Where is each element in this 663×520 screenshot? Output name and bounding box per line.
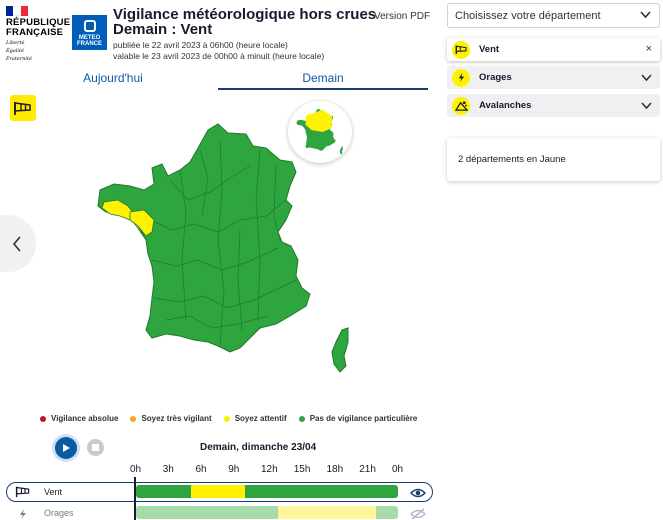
department-select[interactable]: Choisissez votre département <box>447 3 660 28</box>
timeline-segment-orages <box>136 506 278 519</box>
phenomenon-orages-label: Orages <box>479 72 512 83</box>
phenomenon-avalanches-badge <box>452 96 470 115</box>
departments-summary: 2 départements en Jaune <box>447 138 660 181</box>
page-title: Vigilance météorologique hors crues Dema… <box>113 7 376 37</box>
departments-summary-text: 2 départements en Jaune <box>458 154 566 165</box>
timeline-segment-vent <box>190 485 246 498</box>
row-vent-label: Vent <box>44 487 63 497</box>
timeline-cursor[interactable] <box>134 477 136 520</box>
legend-item-green: Pas de vigilance particulière <box>298 414 418 423</box>
wind-icon <box>15 486 30 498</box>
timeline-hour-label: 0h <box>392 464 404 475</box>
legend-dot-yellow <box>223 415 230 422</box>
legend-label-yellow: Soyez attentif <box>234 414 287 423</box>
close-icon[interactable]: × <box>646 43 652 55</box>
phenomenon-item-avalanches[interactable]: Avalanches <box>447 94 660 117</box>
rf-motto-2: Égalité <box>6 48 24 54</box>
timeline-hour-label: 21h <box>359 464 376 475</box>
day-tabs: Aujourd'hui Demain <box>8 70 428 90</box>
page-title-line1: Vigilance météorologique hors crues <box>113 6 377 23</box>
timeline-hour-label: 18h <box>326 464 344 475</box>
wind-icon <box>455 45 467 55</box>
chevron-down-icon <box>641 74 652 82</box>
timeline-hour-label: 6h <box>195 464 207 475</box>
inset-france-map <box>296 108 343 155</box>
timeline-hour-label: 9h <box>228 464 240 475</box>
validity-date: valable le 23 avril 2023 de 00h00 à minu… <box>113 51 325 61</box>
eye-off-icon <box>409 508 427 520</box>
legend-item-red: Vigilance absolue <box>40 414 118 423</box>
tab-today[interactable]: Aujourd'hui <box>8 70 218 90</box>
page-title-line2: Demain : Vent <box>113 21 213 38</box>
row-orages-label: Orages <box>44 508 74 518</box>
mf-text-2: FRANCE <box>77 41 102 47</box>
timeline-day-label: Demain, dimanche 23/04 <box>200 442 317 453</box>
timeline-segment-vent <box>136 485 191 498</box>
active-phenomenon-badge <box>10 95 36 121</box>
stop-button[interactable] <box>87 439 104 456</box>
meteo-france-mark-icon <box>83 20 96 32</box>
phenomenon-item-vent[interactable]: Vent × <box>447 38 660 61</box>
phenomenon-item-orages[interactable]: Orages <box>447 66 660 89</box>
row-vent-icon-wrap <box>15 485 31 503</box>
republique-francaise-logo: RÉPUBLIQUE FRANÇAISE Liberté Égalité Fra… <box>6 6 70 66</box>
stop-icon <box>92 444 99 451</box>
legend-label-red: Vigilance absolue <box>51 414 119 423</box>
lightning-icon <box>458 72 464 83</box>
timeline-segment-orages <box>277 506 377 519</box>
play-button[interactable] <box>55 437 77 459</box>
timeline-hour-label: 0h <box>130 464 142 475</box>
chevron-down-icon <box>640 11 651 19</box>
legend-dot-green <box>298 415 305 422</box>
timeline-segment-vent <box>245 485 398 498</box>
legend-item-orange: Soyez très vigilant <box>130 414 212 423</box>
legend-label-green: Pas de vigilance particulière <box>309 414 418 423</box>
phenomenon-orages-badge <box>452 68 470 87</box>
eye-icon <box>409 488 427 498</box>
timeline-segment-orages <box>376 506 398 519</box>
timeline-hour-label: 3h <box>162 464 174 475</box>
previous-button[interactable] <box>0 215 36 272</box>
phenomenon-avalanches-label: Avalanches <box>479 100 532 111</box>
chevron-left-icon <box>12 235 21 252</box>
published-date: publiée le 22 avril 2023 à 06h00 (heure … <box>113 40 288 50</box>
timeline-hour-label: 15h <box>293 464 311 475</box>
timeline-hour-label: 12h <box>261 464 278 475</box>
chevron-down-icon <box>641 102 652 110</box>
legend: Vigilance absolue Soyez très vigilant So… <box>40 414 417 423</box>
legend-dot-red <box>40 415 46 422</box>
avalanche-icon <box>454 101 468 111</box>
legend-label-orange: Soyez très vigilant <box>141 414 212 423</box>
row-vent-visibility-toggle[interactable] <box>409 486 427 504</box>
lightning-icon <box>20 509 26 519</box>
department-select-placeholder: Choisissez votre département <box>455 9 601 22</box>
inset-map-today[interactable] <box>288 101 352 163</box>
legend-item-yellow: Soyez attentif <box>223 414 287 423</box>
meteo-france-logo[interactable]: METEO FRANCE <box>72 15 107 50</box>
mainland-france[interactable] <box>97 123 311 353</box>
phenomenon-vent-badge <box>452 40 470 59</box>
row-orages-visibility-toggle[interactable] <box>409 507 427 520</box>
rf-title-line2: FRANÇAISE <box>6 27 64 38</box>
french-flag-icon <box>6 6 28 16</box>
rf-motto-1: Liberté <box>6 40 25 46</box>
tab-tomorrow[interactable]: Demain <box>218 70 428 90</box>
row-orages-icon-wrap <box>17 507 29 520</box>
wind-icon <box>14 102 31 115</box>
pdf-version-link[interactable]: Version PDF <box>374 11 430 22</box>
corsica[interactable] <box>331 327 349 373</box>
phenomenon-vent-label: Vent <box>479 44 500 55</box>
legend-dot-orange <box>130 415 137 422</box>
rf-motto-3: Fraternité <box>6 56 32 62</box>
play-icon <box>63 444 70 452</box>
